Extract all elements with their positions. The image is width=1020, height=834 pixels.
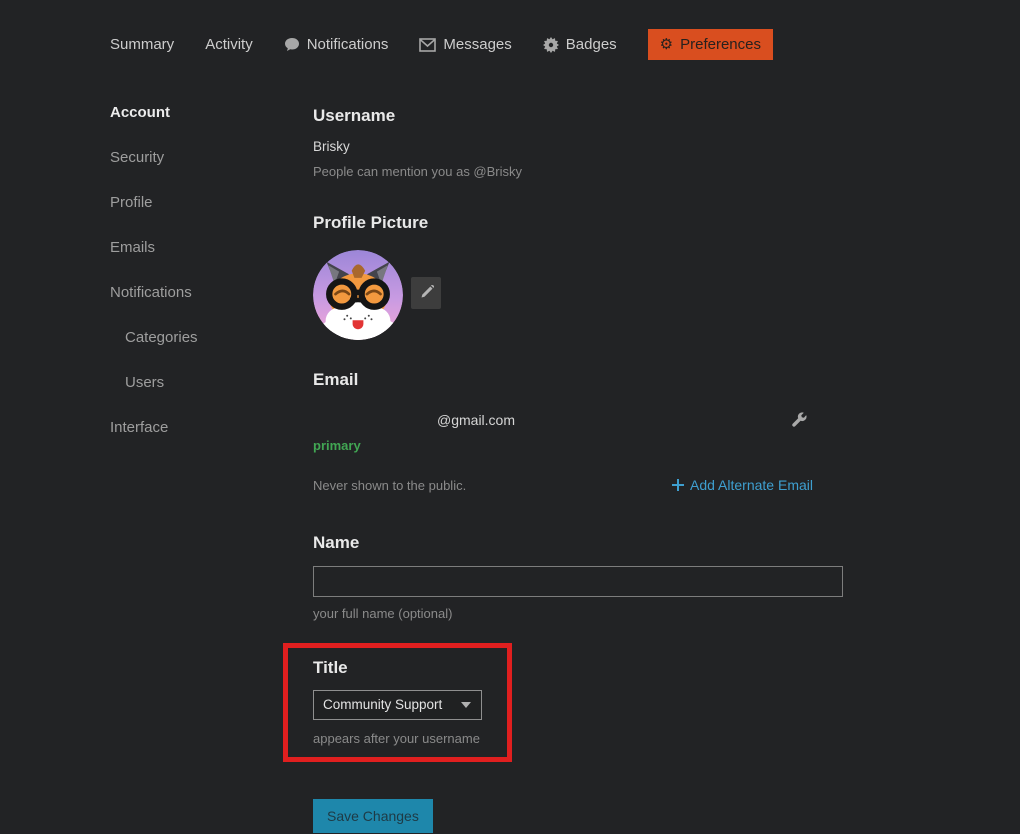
wrench-icon bbox=[791, 412, 807, 428]
sidebar-item-interface[interactable]: Interface bbox=[110, 419, 280, 436]
caret-down-icon bbox=[461, 702, 471, 708]
gear-icon: ⚙ bbox=[660, 37, 673, 52]
tab-preferences[interactable]: ⚙ Preferences bbox=[648, 29, 773, 60]
preferences-sidebar: Account Security Profile Emails Notifica… bbox=[110, 104, 280, 464]
edit-avatar-button[interactable] bbox=[411, 277, 441, 309]
profile-picture-row bbox=[313, 250, 843, 340]
tab-preferences-label: Preferences bbox=[680, 36, 761, 53]
add-alternate-email-label: Add Alternate Email bbox=[690, 477, 813, 493]
full-name-input[interactable] bbox=[313, 566, 843, 597]
sidebar-item-emails[interactable]: Emails bbox=[110, 239, 280, 256]
tab-activity-label: Activity bbox=[205, 36, 253, 53]
email-row: @gmail.com bbox=[313, 412, 813, 428]
tab-summary-label: Summary bbox=[110, 36, 174, 53]
tab-activity[interactable]: Activity bbox=[205, 36, 253, 53]
email-meta-row: Never shown to the public. Add Alternate… bbox=[313, 477, 813, 493]
sidebar-item-profile[interactable]: Profile bbox=[110, 194, 280, 211]
name-hint: your full name (optional) bbox=[313, 606, 843, 621]
email-hint: Never shown to the public. bbox=[313, 478, 466, 493]
sidebar-item-notifications[interactable]: Notifications bbox=[110, 284, 280, 301]
username-hint: People can mention you as @Brisky bbox=[313, 164, 843, 179]
tab-messages-label: Messages bbox=[443, 36, 511, 53]
title-select-value: Community Support bbox=[323, 697, 442, 712]
sidebar-item-account[interactable]: Account bbox=[110, 104, 280, 121]
profile-picture-avatar bbox=[313, 250, 403, 340]
username-value: Brisky bbox=[313, 139, 843, 154]
email-address: @gmail.com bbox=[313, 412, 515, 428]
title-heading: Title bbox=[313, 658, 843, 678]
account-preferences-panel: Username Brisky People can mention you a… bbox=[313, 98, 843, 833]
tab-notifications-label: Notifications bbox=[307, 36, 389, 53]
user-nav: Summary Activity Notifications Messages … bbox=[110, 29, 773, 60]
manage-email-button[interactable] bbox=[785, 412, 813, 428]
title-section: Title Community Support appears after yo… bbox=[313, 658, 843, 746]
sidebar-item-users[interactable]: Users bbox=[110, 374, 280, 391]
email-heading: Email bbox=[313, 370, 843, 390]
envelope-icon bbox=[419, 38, 436, 52]
tab-summary[interactable]: Summary bbox=[110, 36, 174, 53]
comment-icon bbox=[284, 37, 300, 53]
email-primary-badge: primary bbox=[313, 438, 843, 453]
save-changes-button[interactable]: Save Changes bbox=[313, 799, 433, 833]
sidebar-item-categories[interactable]: Categories bbox=[110, 329, 280, 346]
badge-icon bbox=[543, 37, 559, 53]
add-alternate-email-link[interactable]: Add Alternate Email bbox=[672, 477, 813, 493]
plus-icon bbox=[672, 479, 684, 491]
name-heading: Name bbox=[313, 533, 843, 553]
title-select[interactable]: Community Support bbox=[313, 690, 482, 720]
username-heading: Username bbox=[313, 106, 843, 126]
title-hint: appears after your username bbox=[313, 731, 843, 746]
tab-messages[interactable]: Messages bbox=[419, 36, 511, 53]
tab-notifications[interactable]: Notifications bbox=[284, 36, 389, 53]
tab-badges-label: Badges bbox=[566, 36, 617, 53]
profile-picture-heading: Profile Picture bbox=[313, 213, 843, 233]
sidebar-item-security[interactable]: Security bbox=[110, 149, 280, 166]
tab-badges[interactable]: Badges bbox=[543, 36, 617, 53]
pencil-icon bbox=[419, 285, 434, 300]
